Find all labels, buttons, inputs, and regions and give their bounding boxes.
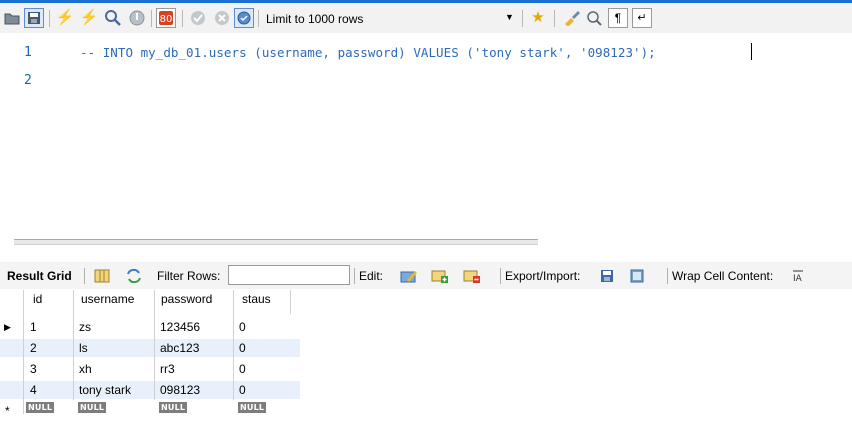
null-badge[interactable]: NULL [159,402,188,413]
toolbar-separator [354,268,355,284]
filter-rows-label: Filter Rows: [157,269,221,283]
sql-editor[interactable]: 1 2 [0,33,852,233]
column-divider [23,290,24,414]
toolbar-separator [84,268,85,284]
cell-password[interactable]: rr3 [160,360,175,378]
cell-password[interactable]: abc123 [160,339,199,357]
wrap-cell-content-label: Wrap Cell Content: [672,269,774,283]
cell-id[interactable]: 2 [30,339,37,357]
toolbar-separator [500,268,501,284]
table-row[interactable]: 3 xh rr3 0 [0,360,300,378]
toolbar-separator [522,10,523,27]
add-snippet-star-icon[interactable]: ★ [528,8,548,28]
column-divider [154,290,155,400]
add-row-icon[interactable] [430,266,450,286]
invisible-characters-icon[interactable]: ¶ [608,8,628,28]
cell-id[interactable]: 3 [30,360,37,378]
current-row-marker: ▶ [4,322,11,332]
new-row[interactable]: * NULL NULL NULL NULL [0,399,300,418]
auto-commit-icon[interactable] [234,8,254,28]
toolbar-separator [258,10,259,27]
column-header-id[interactable]: id [33,290,42,308]
grid-header-row: id username password staus [0,290,300,308]
sql-editor-toolbar: ⚡ ⚡ 80 Limit to 1000 rows ▼ ★ ¶ ↵ [0,3,852,33]
word-wrap-icon[interactable]: ↵ [632,8,652,28]
cell-password[interactable]: 123456 [160,318,200,336]
cell-id[interactable]: 1 [30,318,37,336]
commit-icon[interactable] [188,8,208,28]
grid-view-icon[interactable] [92,266,112,286]
new-row-marker: * [5,404,10,418]
cell-staus[interactable]: 0 [239,339,246,357]
open-folder-icon[interactable] [2,8,22,28]
edit-row-icon[interactable] [399,266,419,286]
cell-username[interactable]: tony stark [79,381,131,399]
execute-icon[interactable]: ⚡ [55,8,75,28]
code-line[interactable]: -- INTO my_db_01.users (username, passwo… [80,45,656,60]
column-divider [233,290,234,400]
result-toolbar: Result Grid Filter Rows: Edit: Export/Im… [0,262,852,289]
find-icon[interactable] [584,8,604,28]
toolbar-separator [554,10,555,27]
chevron-down-icon[interactable]: ▼ [505,12,514,22]
import-icon[interactable] [628,266,648,286]
edit-label: Edit: [359,269,384,283]
cell-staus[interactable]: 0 [239,360,246,378]
wrap-cell-content-icon[interactable]: IA [789,266,809,286]
table-row[interactable]: ▶ 1 zs 123456 0 [0,318,300,336]
toolbar-separator [49,10,50,27]
cell-password[interactable]: 098123 [160,381,200,399]
toggle-stop-on-error-icon[interactable]: 80 [156,8,176,28]
column-divider [73,290,74,400]
refresh-icon[interactable] [124,266,144,286]
export-import-label: Export/Import: [505,269,581,283]
stop-icon[interactable] [127,8,147,28]
rollback-icon[interactable] [212,8,232,28]
table-row[interactable]: 4 tony stark 098123 0 [0,381,300,399]
text-cursor [751,43,752,60]
save-icon[interactable] [24,8,44,28]
toolbar-separator [151,10,152,27]
beautify-brush-icon[interactable] [562,8,582,28]
horizontal-scrollbar[interactable] [14,239,538,245]
table-row[interactable]: 2 ls abc123 0 [0,339,300,357]
line-number: 1 [24,45,32,60]
execute-current-statement-icon[interactable]: ⚡ [79,8,99,28]
svg-text:IA: IA [793,274,803,283]
export-icon[interactable] [598,266,618,286]
cell-username[interactable]: zs [79,318,91,336]
filter-rows-input[interactable] [228,265,350,285]
explain-icon[interactable] [103,8,123,28]
result-grid-label[interactable]: Result Grid [7,269,72,283]
column-header-staus[interactable]: staus [242,290,271,308]
delete-row-icon[interactable] [462,266,482,286]
null-badge[interactable]: NULL [238,402,267,413]
cell-username[interactable]: ls [79,339,88,357]
limit-rows-select[interactable]: Limit to 1000 rows [266,12,363,26]
column-header-password[interactable]: password [161,290,212,308]
null-badge[interactable]: NULL [26,402,55,413]
column-divider [290,290,291,314]
line-number: 2 [24,73,32,88]
toolbar-separator [667,268,668,284]
column-header-username[interactable]: username [81,290,134,308]
toolbar-separator [182,10,183,27]
svg-text:80: 80 [160,14,173,25]
cell-username[interactable]: xh [79,360,92,378]
cell-staus[interactable]: 0 [239,381,246,399]
null-badge[interactable]: NULL [78,402,107,413]
cell-id[interactable]: 4 [30,381,37,399]
cell-staus[interactable]: 0 [239,318,246,336]
